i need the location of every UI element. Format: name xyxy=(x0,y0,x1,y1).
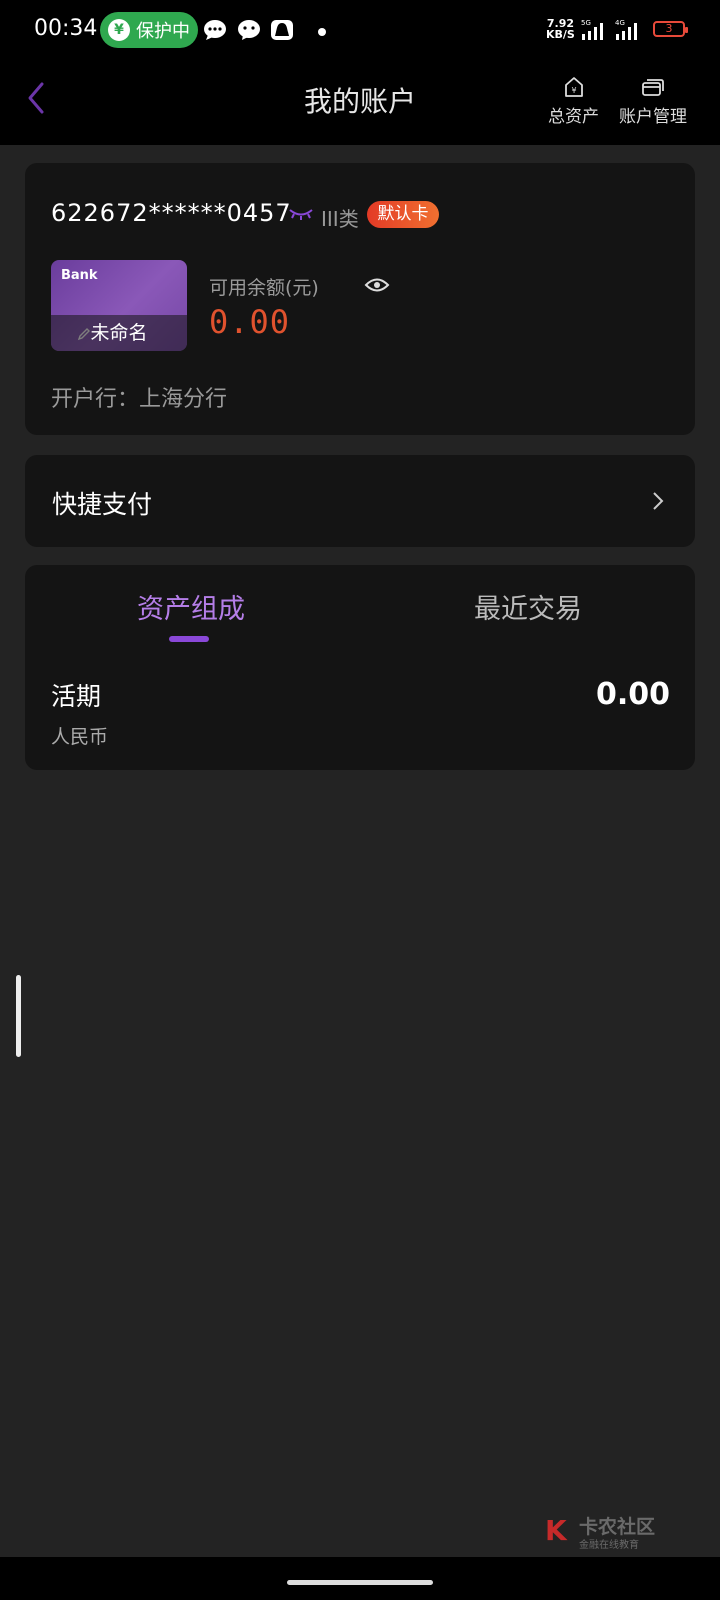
wechat-icon xyxy=(238,20,260,40)
svg-text:4G: 4G xyxy=(615,19,625,27)
account-class: III类 xyxy=(321,207,359,231)
account-number: 622672******0457 xyxy=(51,199,292,227)
qq-icon xyxy=(271,20,293,40)
svg-text:5G: 5G xyxy=(581,19,591,27)
eye-closed-icon[interactable] xyxy=(288,207,314,221)
default-card-badge: 默认卡 xyxy=(367,201,439,228)
svg-text:¥: ¥ xyxy=(571,86,576,95)
account-manage-button[interactable]: 账户管理 xyxy=(619,76,687,127)
balance-value: 0.00 xyxy=(209,303,291,341)
deposit-amount: 0.00 xyxy=(595,677,670,712)
deposit-currency: 人民币 xyxy=(51,726,109,748)
status-time: 00:34 xyxy=(34,16,98,41)
account-manage-label: 账户管理 xyxy=(619,107,687,127)
assets-card: 资产组成 最近交易 活期 人民币 0.00 xyxy=(25,565,695,770)
signal-4g-icon: 4G xyxy=(615,19,637,40)
chevron-right-icon xyxy=(653,492,664,510)
status-bar: 00:34 ¥ 保护中 7.92 KB/S 5G 4G 3 xyxy=(0,0,720,62)
bank-card-image[interactable]: Bank 未命名 xyxy=(51,260,187,351)
home-indicator[interactable] xyxy=(287,1580,433,1585)
battery-icon: 3 xyxy=(653,21,688,37)
tab-asset-composition[interactable]: 资产组成 xyxy=(137,587,245,626)
system-nav-bar xyxy=(0,1557,720,1600)
page-title: 我的账户 xyxy=(303,85,416,118)
house-icon: ¥ xyxy=(564,77,583,97)
watermark: K 卡农社区 金融在线教育 xyxy=(545,1512,675,1551)
cards-icon xyxy=(642,79,664,96)
protect-badge[interactable]: ¥ 保护中 xyxy=(100,12,198,48)
signal-5g-icon: 5G xyxy=(581,19,603,40)
tab-recent-transactions[interactable]: 最近交易 xyxy=(474,587,582,626)
bank-logo: Bank xyxy=(61,268,98,283)
deposit-type: 活期 xyxy=(51,682,102,711)
network-speed: 7.92 KB/S xyxy=(546,17,575,41)
quick-pay-label: 快捷支付 xyxy=(52,490,153,519)
bank-branch: 开户行：上海分行 xyxy=(51,387,228,412)
scrollbar[interactable] xyxy=(16,975,21,1057)
top-bar: 00:34 ¥ 保护中 7.92 KB/S 5G 4G 3 我的账户 ¥ 总资产… xyxy=(0,0,720,145)
account-card: 622672******0457 III类 默认卡 Bank 未命名 可用余额(… xyxy=(25,163,695,435)
watermark-subtitle: 金融在线教育 xyxy=(579,1540,639,1551)
watermark-title: 卡农社区 xyxy=(579,1516,656,1538)
message-icon xyxy=(204,20,226,40)
watermark-logo: K xyxy=(545,1514,567,1547)
quick-pay-row[interactable]: 快捷支付 xyxy=(25,455,695,547)
active-tab-indicator xyxy=(169,636,209,642)
more-notifications-dot xyxy=(318,28,326,36)
total-assets-button[interactable]: ¥ 总资产 xyxy=(548,76,599,127)
total-assets-label: 总资产 xyxy=(548,107,599,127)
shield-icon: ¥ xyxy=(108,19,130,41)
card-name[interactable]: 未命名 xyxy=(51,315,187,351)
protect-label: 保护中 xyxy=(136,21,190,42)
eye-icon[interactable] xyxy=(364,276,390,294)
balance-label: 可用余额(元) xyxy=(209,277,319,299)
